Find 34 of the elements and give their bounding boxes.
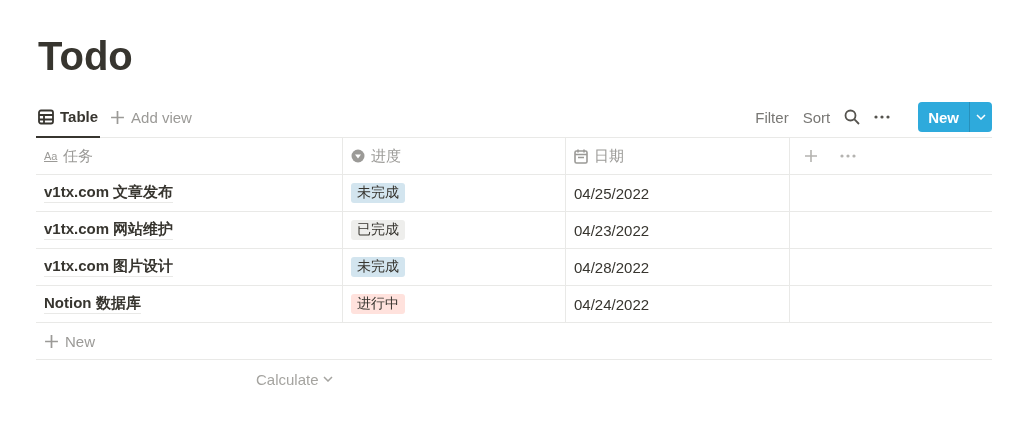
sort-button[interactable]: Sort (802, 108, 831, 126)
page-title: Todo (38, 34, 134, 79)
calendar-icon (574, 148, 588, 164)
status-tag: 已完成 (351, 220, 405, 240)
column-header[interactable]: 日期 (566, 138, 790, 174)
select-property-icon (351, 149, 365, 163)
column-header[interactable]: Aa 任务 (36, 138, 343, 174)
task-title[interactable]: v1tx.com 图片设计 (44, 257, 174, 277)
status-tag: 进行中 (351, 294, 405, 314)
caret-icon (976, 114, 986, 120)
task-title[interactable]: v1tx.com 网站维护 (44, 220, 174, 240)
add-view-button[interactable]: Add view (110, 97, 192, 137)
status-tag: 未完成 (351, 257, 405, 277)
filter-button[interactable]: Filter (755, 108, 789, 126)
date-text: 04/25/2022 (574, 184, 650, 202)
status-tag: 未完成 (351, 183, 405, 203)
new-button[interactable]: New (918, 102, 992, 132)
more-icon[interactable] (874, 115, 891, 119)
date-text: 04/24/2022 (574, 295, 650, 313)
date-text: 04/23/2022 (574, 221, 650, 239)
view-tab[interactable]: Table (36, 97, 101, 138)
plus-icon (110, 109, 126, 125)
text-property-icon: Aa (44, 150, 58, 162)
column-header[interactable]: 进度 (343, 138, 566, 174)
task-title[interactable]: Notion 数据库 (44, 294, 141, 314)
add-column-icon (804, 149, 818, 163)
calculate-button[interactable]: Calculate (256, 370, 333, 388)
table-icon (38, 108, 54, 125)
search-icon[interactable] (844, 109, 861, 125)
plus-icon (44, 333, 59, 349)
new-row-button[interactable]: New (36, 323, 992, 360)
task-title[interactable]: v1tx.com 文章发布 (44, 183, 174, 203)
date-text: 04/28/2022 (574, 258, 650, 276)
chevron-down-icon (322, 376, 333, 382)
